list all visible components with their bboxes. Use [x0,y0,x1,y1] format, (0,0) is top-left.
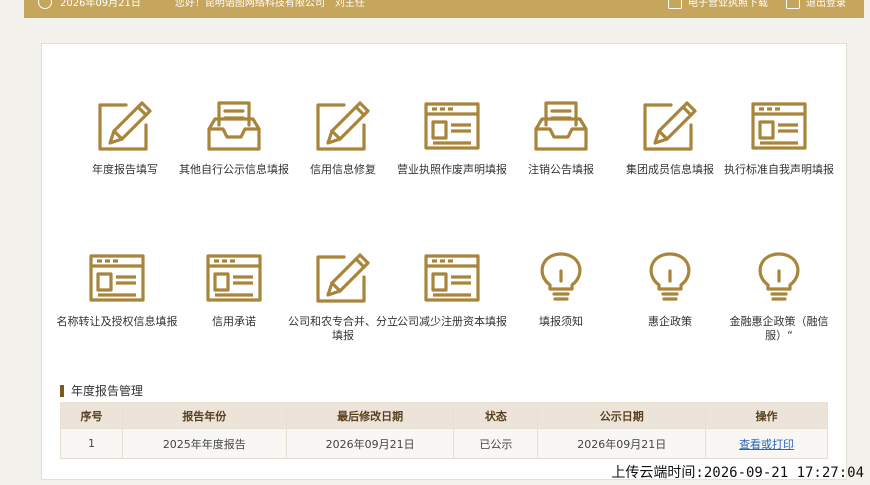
table-header-cell: 操作 [705,402,828,429]
service-tile[interactable]: 公司和农专合并、分立填报 [288,251,398,343]
clock-icon [38,0,52,9]
view-print-link[interactable]: 查看或打印 [739,438,794,451]
service-tile[interactable]: 注销公告填报 [506,99,616,177]
table-cell: 2025年年度报告 [121,428,287,459]
form-card-icon [56,251,178,305]
inbox-doc-icon [179,99,289,153]
pen-doc-icon [70,99,180,153]
form-card-icon [724,99,834,153]
form-card-icon [397,99,507,153]
service-tile[interactable]: 信用承诺 [179,251,289,329]
lightbulb-icon [724,251,834,305]
logout-link[interactable]: 退出登录 [786,0,846,9]
logout-icon [786,0,800,9]
table-cell: 已公示 [453,428,539,459]
service-tile-label: 惠企政策 [648,315,692,328]
inbox-doc-icon [506,99,616,153]
annual-report-table: 序号 报告年份 最后修改日期 状态 公示日期 操作 1 2025年年度报告 2026年09月2… [60,402,828,459]
top-bar: 2026年09月21日 您好！昆明语图网络科技有限公司 刘主任 电子营业执照下载… [24,0,864,18]
topbar-date: 2026年09月21日 [60,0,141,9]
service-tile-label: 年度报告填写 [92,163,158,176]
service-tile-label: 信用信息修复 [310,163,376,176]
pen-doc-icon [288,99,398,153]
table-header-cell: 报告年份 [121,402,287,429]
license-download-link[interactable]: 电子营业执照下载 [668,0,768,9]
topbar-greeting: 您好！昆明语图网络科技有限公司 刘主任 [174,0,365,9]
section-title: 年度报告管理 [60,382,143,399]
service-tile-label: 注销公告填报 [528,163,594,176]
service-tile-label: 公司和农专合并、分立填报 [288,315,398,342]
lightbulb-icon [615,251,725,305]
upload-timestamp: 上传云端时间:2026-09-21 17:27:04 [611,465,864,481]
section-bar [60,384,64,397]
table-cell: 2026年09月21日 [285,428,455,459]
lightbulb-icon [506,251,616,305]
table-header-cell: 状态 [453,402,539,429]
table-cell: 1 [60,428,123,459]
service-tile[interactable]: 名称转让及授权信息填报 [56,251,178,329]
service-tile[interactable]: 执行标准自我声明填报 [724,99,834,177]
service-tile-label: 集团成员信息填报 [626,163,714,176]
logout-label: 退出登录 [806,0,846,9]
topbar-right: 电子营业执照下载 退出登录 [668,0,846,9]
service-tile-label: 填报须知 [539,315,583,328]
service-tile-label: 名称转让及授权信息填报 [56,315,178,328]
service-tile-label: 信用承诺 [212,315,256,328]
table-body: 1 2025年年度报告 2026年09月21日 已公示 2026年09月21日 查看或打印 [60,428,828,459]
table-header-cell: 公示日期 [537,402,707,429]
service-tile[interactable]: 其他自行公示信息填报 [179,99,289,177]
service-tile-label: 营业执照作废声明填报 [397,163,507,176]
service-tile-label: 公司减少注册资本填报 [397,315,507,328]
pen-doc-icon [288,251,398,305]
table-cell: 查看或打印 [705,428,828,459]
service-tile-label: 执行标准自我声明填报 [724,163,834,176]
service-tile[interactable]: 集团成员信息填报 [615,99,725,177]
service-tile[interactable]: 营业执照作废声明填报 [397,99,507,177]
table-row: 1 2025年年度报告 2026年09月21日 已公示 2026年09月21日 查看或打印 [60,428,828,459]
topbar-left: 2026年09月21日 您好！昆明语图网络科技有限公司 刘主任 [38,0,365,9]
service-tile[interactable]: 惠企政策 [615,251,725,329]
service-tile[interactable]: 金融惠企政策（融信服）“ [724,251,834,343]
form-card-icon [179,251,289,305]
service-tile-label: 金融惠企政策（融信服）“ [729,315,829,342]
check-box-icon [668,0,682,9]
license-download-label: 电子营业执照下载 [688,0,768,9]
service-tile[interactable]: 年度报告填写 [70,99,180,177]
table-header-cell: 最后修改日期 [285,402,455,429]
table-header-row: 序号 报告年份 最后修改日期 状态 公示日期 操作 [60,402,828,429]
service-tile-label: 其他自行公示信息填报 [179,163,289,176]
service-tile[interactable]: 信用信息修复 [288,99,398,177]
service-tile[interactable]: 公司减少注册资本填报 [397,251,507,329]
table-header-cell: 序号 [60,402,123,429]
form-card-icon [397,251,507,305]
main-panel: 年度报告填写 其他自行公示信息填报 信用信息修复 营业执照作废声明填报 注销公告… [41,43,847,480]
section-title-text: 年度报告管理 [71,384,144,398]
table-cell: 2026年09月21日 [537,428,707,459]
service-tile[interactable]: 填报须知 [506,251,616,329]
pen-doc-icon [615,99,725,153]
